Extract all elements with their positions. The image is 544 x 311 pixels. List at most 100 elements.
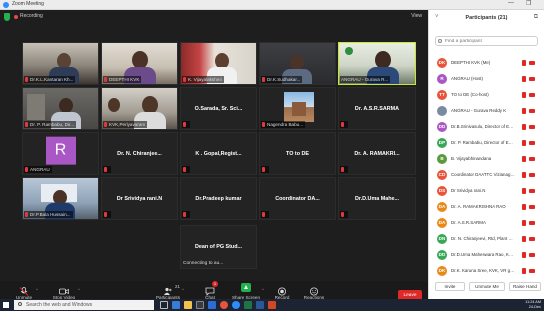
participant-row[interactable]: CD Coordinator DAATTC Vizianagar...: [429, 167, 544, 183]
mic-status: [103, 166, 111, 173]
mic-muted-icon: [104, 122, 107, 128]
mic-muted-icon: [341, 122, 344, 128]
video-tile[interactable]: K . Gopal,Regist...: [180, 132, 257, 175]
participant-avatar: DD: [437, 250, 447, 260]
excel-icon[interactable]: [244, 301, 252, 309]
participant-name: DEEPTHI KVK (Me): [451, 60, 491, 65]
taskbar-search[interactable]: Search the web and Windows: [14, 300, 154, 310]
participant-row[interactable]: ANGRAU - Gurava Reddy K: [429, 103, 544, 119]
raise-hand-button[interactable]: Raise Hand: [509, 282, 541, 291]
mic-status: [340, 166, 348, 173]
chat-button[interactable]: 1 Chat: [190, 281, 230, 300]
video-tile[interactable]: Dr Srividya rani.N: [101, 177, 178, 220]
video-tile[interactable]: O.Sarada, Sr. Sci...: [180, 87, 257, 130]
video-tile[interactable]: Dr.K.Sudhakar...: [259, 42, 336, 85]
system-tray-clock[interactable]: 11:24 AM 24-Dec: [525, 300, 541, 310]
video-off-icon: [529, 269, 535, 273]
participant-row[interactable]: B B. Vijayabhinandana: [429, 151, 544, 167]
file-explorer-icon[interactable]: [184, 301, 192, 309]
mic-status: [340, 121, 348, 128]
record-icon: [277, 283, 287, 296]
mic-muted-icon: [19, 283, 29, 296]
powerpoint-icon[interactable]: [268, 301, 276, 309]
participant-row[interactable]: DP Dr. P. Rambabu, Director of Ext...: [429, 135, 544, 151]
store-icon[interactable]: [196, 301, 204, 309]
video-off-icon: [529, 125, 535, 129]
video-tile[interactable]: KVK,Periyavaram: [101, 87, 178, 130]
minimize-button[interactable]: —: [508, 0, 514, 6]
recording-label: Recording: [20, 13, 43, 19]
participant-search-input[interactable]: [445, 38, 535, 45]
mic-muted-icon: [522, 108, 526, 114]
mic-muted-icon: [522, 156, 526, 162]
mic-muted-icon: [104, 167, 107, 173]
mic-muted-icon: [522, 140, 526, 146]
video-off-icon: [529, 141, 535, 145]
video-tile[interactable]: Dr.Pradeep kumar: [180, 177, 257, 220]
video-tile[interactable]: Dean of PG Stud... Connecting to au...: [180, 225, 257, 269]
panel-popout-icon[interactable]: ⧉: [534, 14, 538, 21]
mail-icon[interactable]: [208, 301, 216, 309]
video-tile[interactable]: Dr.P.Bala Hussain...: [22, 177, 99, 220]
participant-avatar: DP: [437, 138, 447, 148]
mic-muted-icon: [522, 124, 526, 130]
participants-options-chevron-icon[interactable]: ^: [182, 287, 184, 292]
edge-browser-icon[interactable]: [172, 301, 180, 309]
participant-avatar: DA: [437, 202, 447, 212]
participant-row[interactable]: DA Dr. A. RAMAKRISHNA RAO: [429, 199, 544, 215]
participant-row[interactable]: TT TO to DE (Co-host): [429, 87, 544, 103]
video-tile[interactable]: K. Vijayalakshmi: [180, 42, 257, 85]
participant-name: TO to DE: [286, 150, 309, 157]
invite-button[interactable]: Invite: [435, 282, 465, 291]
share-screen-button[interactable]: Share Screen: [226, 283, 266, 300]
participant-row[interactable]: DK DEEPTHI KVK (Me): [429, 55, 544, 71]
video-tile[interactable]: Dr.D.Uma Mahe...: [338, 177, 416, 220]
windows-start-icon[interactable]: [3, 302, 9, 308]
participant-name: Dr.K. Karuna Sree, KVK, VR gud...: [451, 268, 515, 273]
participant-row[interactable]: DD Dr.B.Srinivasulu, Director of Exte...: [429, 119, 544, 135]
word-icon[interactable]: [256, 301, 264, 309]
video-tile[interactable]: Dr.K.L.Kantaran Kh...: [22, 42, 99, 85]
active-speaker-tile[interactable]: ANGRAU - Gurava R...: [338, 42, 416, 85]
participant-avatar: R: [437, 74, 447, 84]
participant-row[interactable]: R ANGRAU (Host): [429, 71, 544, 87]
video-tile[interactable]: Coordinator DA...: [259, 177, 336, 220]
video-tile[interactable]: Dr. N. Chiranjee...: [101, 132, 178, 175]
participant-row[interactable]: DK Dr.K. Karuna Sree, KVK, VR gud...: [429, 263, 544, 279]
participant-name: ANGRAU - Gurava Reddy K: [451, 108, 507, 113]
reactions-button[interactable]: Reactions: [294, 283, 334, 300]
video-tile[interactable]: DEEPTHI KVK: [101, 42, 178, 85]
restore-button[interactable]: ❐: [526, 0, 531, 7]
participant-name: Dr. A. RAMAKRISHNA RAO: [451, 204, 506, 209]
video-options-chevron-icon[interactable]: ^: [78, 287, 80, 292]
participant-search[interactable]: [435, 36, 538, 46]
mic-status: [182, 121, 190, 128]
participant-row[interactable]: DN Dr. N. Chiranjeevi, Rtd, Plant Pat...: [429, 231, 544, 247]
unmute-button[interactable]: Unmute: [4, 283, 44, 300]
video-tile[interactable]: Dr. A. RAMAKRI...: [338, 132, 416, 175]
participant-name: Dr.B.Srinivasulu, Director of Exte...: [451, 124, 515, 129]
view-button[interactable]: View: [411, 13, 422, 19]
video-tile[interactable]: TO to DE: [259, 132, 336, 175]
mic-muted-icon: [104, 212, 107, 218]
video-tile[interactable]: Dr. P. Rambabu, Dir...: [22, 87, 99, 130]
participant-name-label: DEEPTHI KVK: [103, 76, 142, 83]
audio-options-chevron-icon[interactable]: ^: [36, 287, 38, 292]
task-view-icon[interactable]: [160, 301, 168, 309]
mic-muted-icon: [262, 212, 265, 218]
mic-muted-icon: [522, 76, 526, 82]
video-tile[interactable]: Nagendra Babu...: [259, 87, 336, 130]
participant-row[interactable]: DA Dr. A.S.R.SARMA: [429, 215, 544, 231]
participant-name-label: K. Vijayalakshmi: [182, 76, 224, 83]
participant-row[interactable]: DD Dr.D.Uma Maheswara Rao, KVK,...: [429, 247, 544, 263]
video-tile[interactable]: R ANGRAU: [22, 132, 99, 175]
video-off-icon: [529, 173, 535, 177]
chrome-icon[interactable]: [220, 301, 228, 309]
security-shield-icon[interactable]: [4, 13, 10, 21]
zoom-taskbar-icon[interactable]: [232, 301, 240, 309]
meeting-area: Recording View Dr.K.L.Kantaran Kh... DEE…: [0, 10, 428, 309]
smiley-icon: [309, 283, 319, 296]
unmute-me-button[interactable]: Unmute Me: [469, 282, 505, 291]
video-tile[interactable]: Dr. A.S.R.SARMA: [338, 87, 416, 130]
participant-row[interactable]: DS Dr Srividya rani.N: [429, 183, 544, 199]
